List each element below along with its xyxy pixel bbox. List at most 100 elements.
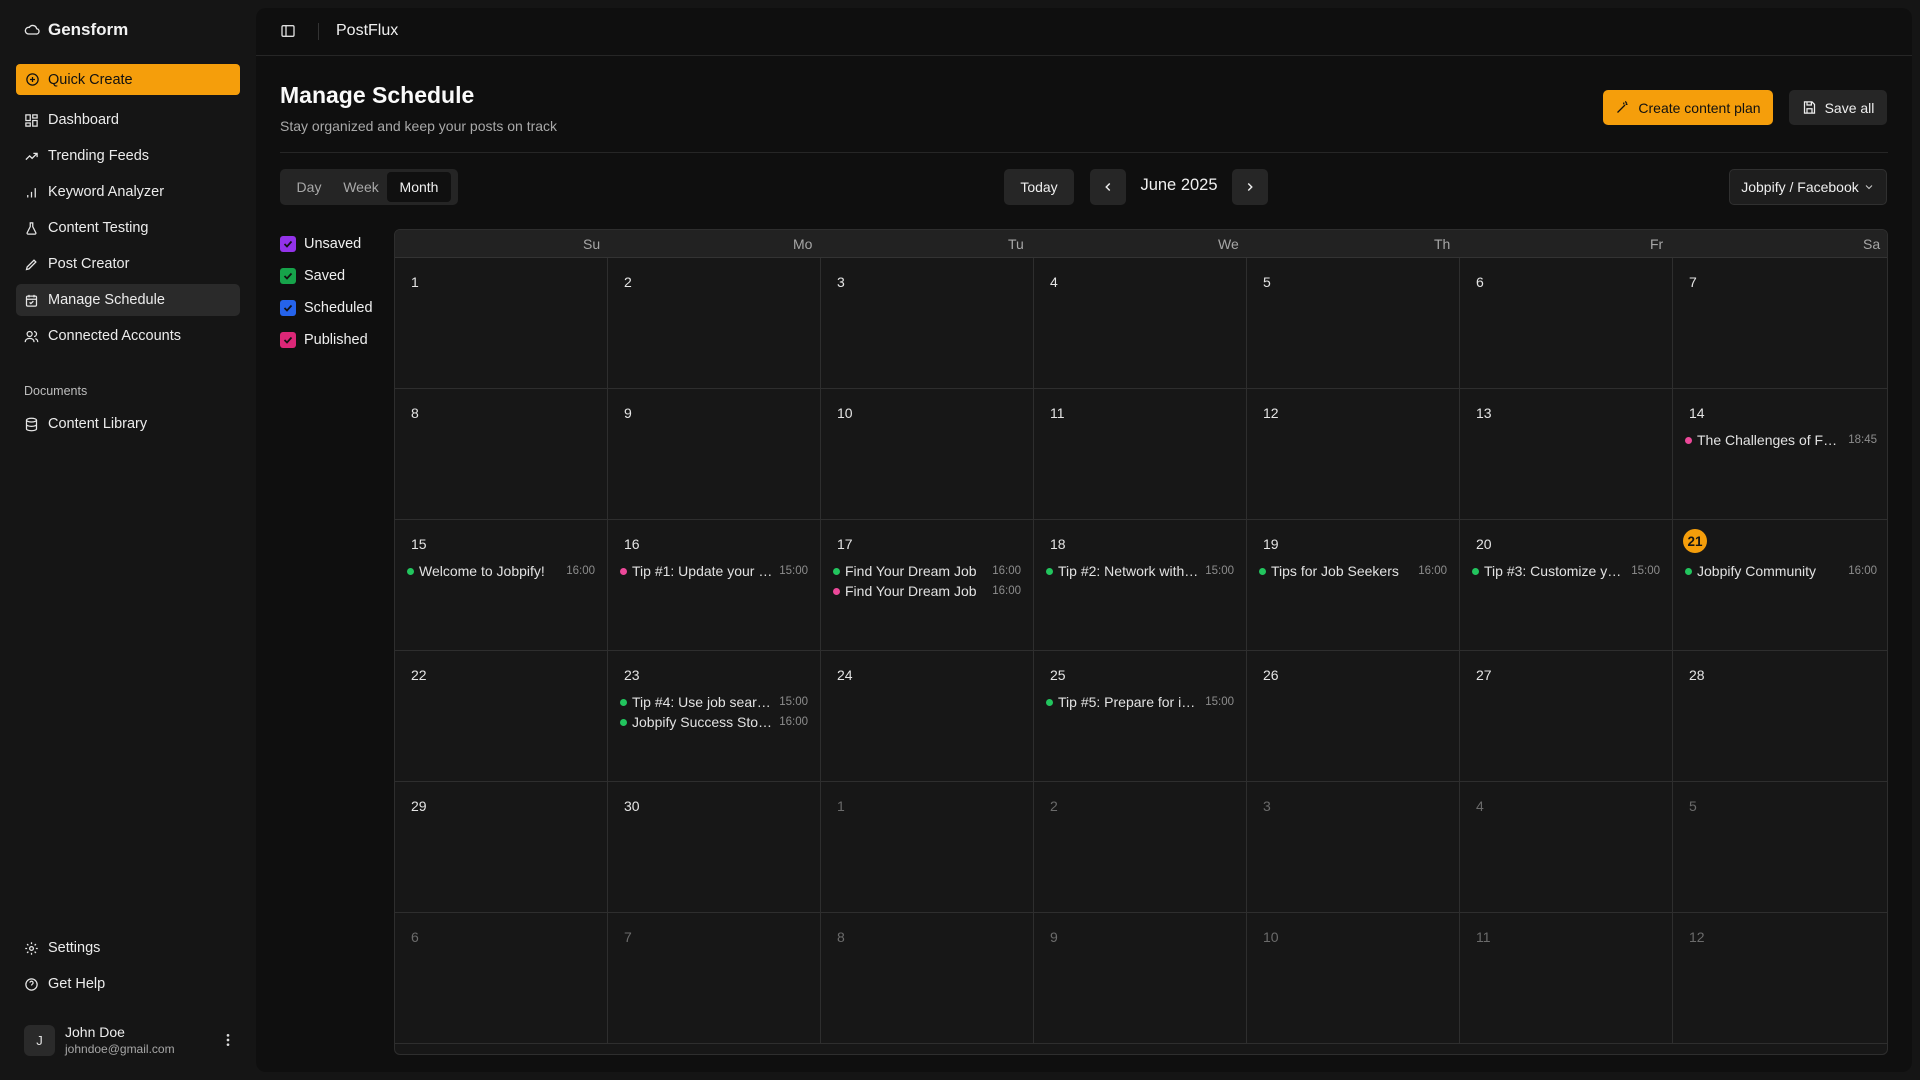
tab-day[interactable]: Day xyxy=(283,172,335,202)
event-item[interactable]: Tips for Job Seekers 16:00 xyxy=(1259,561,1447,581)
tab-month[interactable]: Month xyxy=(387,172,451,202)
calendar-day-cell[interactable]: 15 Welcome to Jobpify! 16:00 xyxy=(395,520,608,651)
calendar-day-cell[interactable]: 13 xyxy=(1460,389,1673,520)
calendar-day-cell[interactable]: 25 Tip #5: Prepare for i… 15:00 xyxy=(1034,651,1247,782)
event-list: Tips for Job Seekers 16:00 xyxy=(1259,561,1447,581)
calendar-day-cell[interactable]: 11 xyxy=(1460,913,1673,1044)
day-number: 20 xyxy=(1476,536,1492,552)
calendar-day-cell[interactable]: 27 xyxy=(1460,651,1673,782)
quick-create-button[interactable]: Quick Create xyxy=(16,64,240,95)
calendar-day-cell[interactable]: 4 xyxy=(1460,782,1673,913)
event-item[interactable]: Jobpify Success Sto… 16:00 xyxy=(620,712,808,732)
calendar-day-cell[interactable]: 12 xyxy=(1673,913,1887,1044)
calendar-day-cell[interactable]: 30 xyxy=(608,782,821,913)
sidebar-item-post-creator[interactable]: Post Creator xyxy=(16,248,240,280)
legend-unsaved[interactable]: Unsaved xyxy=(280,228,373,260)
brand[interactable]: Gensform xyxy=(24,20,128,40)
calendar-day-cell[interactable]: 24 xyxy=(821,651,1034,782)
checkbox-saved[interactable] xyxy=(280,268,296,284)
event-item[interactable]: Welcome to Jobpify! 16:00 xyxy=(407,561,595,581)
calendar-day-cell[interactable]: 5 xyxy=(1673,782,1887,913)
calendar-day-cell[interactable]: 3 xyxy=(821,258,1034,389)
calendar-day-cell[interactable]: 1 xyxy=(395,258,608,389)
account-select[interactable]: Jobpify / Facebook xyxy=(1729,169,1887,205)
event-time: 16:00 xyxy=(1848,565,1877,577)
main-panel: PostFlux Manage Schedule Stay organized … xyxy=(256,8,1912,1072)
chevron-left-icon xyxy=(1105,182,1111,192)
calendar-day-cell[interactable]: 21 Jobpify Community 16:00 xyxy=(1673,520,1887,651)
calendar-day-cell[interactable]: 19 Tips for Job Seekers 16:00 xyxy=(1247,520,1460,651)
calendar-day-cell[interactable]: 18 Tip #2: Network with… 15:00 xyxy=(1034,520,1247,651)
calendar-day-cell[interactable]: 23 Tip #4: Use job sear… 15:00 Jobpify Succ… xyxy=(608,651,821,782)
calendar-day-cell[interactable]: 6 xyxy=(395,913,608,1044)
event-item[interactable]: Tip #2: Network with… 15:00 xyxy=(1046,561,1234,581)
calendar-day-cell[interactable]: 20 Tip #3: Customize y… 15:00 xyxy=(1460,520,1673,651)
calendar-day-cell[interactable]: 8 xyxy=(395,389,608,520)
calendar-day-cell[interactable]: 22 xyxy=(395,651,608,782)
calendar-day-cell[interactable]: 10 xyxy=(821,389,1034,520)
calendar-day-cell[interactable]: 6 xyxy=(1460,258,1673,389)
calendar-day-cell[interactable]: 11 xyxy=(1034,389,1247,520)
event-status-dot xyxy=(833,587,840,595)
calendar-day-cell[interactable]: 7 xyxy=(1673,258,1887,389)
event-item[interactable]: Find Your Dream Job 16:00 xyxy=(833,581,1021,601)
sidebar-item-dashboard[interactable]: Dashboard xyxy=(16,104,240,136)
calendar-day-cell[interactable]: 29 xyxy=(395,782,608,913)
event-item[interactable]: Jobpify Community 16:00 xyxy=(1685,561,1877,581)
event-item[interactable]: The Challenges of F… 18:45 xyxy=(1685,430,1877,450)
event-item[interactable]: Find Your Dream Job 16:00 xyxy=(833,561,1021,581)
today-button[interactable]: Today xyxy=(1004,169,1074,205)
calendar-day-cell[interactable]: 2 xyxy=(608,258,821,389)
sidebar-item-content-testing[interactable]: Content Testing xyxy=(16,212,240,244)
more-vertical-icon[interactable] xyxy=(220,1032,236,1048)
calendar-day-cell[interactable]: 2 xyxy=(1034,782,1247,913)
calendar-day-cell[interactable]: 17 Find Your Dream Job 16:00 Find Your Drea… xyxy=(821,520,1034,651)
event-title: Tip #2: Network with… xyxy=(1058,563,1199,579)
calendar-icon xyxy=(25,294,38,307)
calendar-day-cell[interactable]: 14 The Challenges of F… 18:45 xyxy=(1673,389,1887,520)
event-item[interactable]: Tip #3: Customize y… 15:00 xyxy=(1472,561,1660,581)
calendar-day-cell[interactable]: 4 xyxy=(1034,258,1247,389)
sidebar-toggle-icon[interactable] xyxy=(280,23,296,39)
chevron-down-icon xyxy=(1865,185,1873,190)
documents-section-label: Documents xyxy=(24,384,88,398)
sidebar-item-settings[interactable]: Settings xyxy=(16,932,240,964)
next-month-button[interactable] xyxy=(1232,169,1268,205)
calendar-day-cell[interactable]: 1 xyxy=(821,782,1034,913)
calendar-day-cell[interactable]: 8 xyxy=(821,913,1034,1044)
checkbox-unsaved[interactable] xyxy=(280,236,296,252)
checkbox-published[interactable] xyxy=(280,332,296,348)
legend-saved[interactable]: Saved xyxy=(280,260,373,292)
legend-published[interactable]: Published xyxy=(280,324,373,356)
sidebar-item-get-help[interactable]: Get Help xyxy=(16,968,240,1000)
event-status-dot xyxy=(833,567,840,575)
calendar-day-cell[interactable]: 12 xyxy=(1247,389,1460,520)
calendar-day-cell[interactable]: 26 xyxy=(1247,651,1460,782)
sidebar-item-keyword-analyzer[interactable]: Keyword Analyzer xyxy=(16,176,240,208)
tab-week[interactable]: Week xyxy=(335,172,387,202)
user-profile[interactable]: J John Doe johndoe@gmail.com xyxy=(24,1024,236,1056)
calendar-day-cell[interactable]: 16 Tip #1: Update your … 15:00 xyxy=(608,520,821,651)
calendar-day-cell[interactable]: 5 xyxy=(1247,258,1460,389)
user-info: John Doe johndoe@gmail.com xyxy=(65,1024,175,1056)
event-item[interactable]: Tip #4: Use job sear… 15:00 xyxy=(620,692,808,712)
create-content-plan-button[interactable]: Create content plan xyxy=(1603,90,1773,125)
event-item[interactable]: Tip #5: Prepare for i… 15:00 xyxy=(1046,692,1234,712)
calendar-day-cell[interactable]: 9 xyxy=(608,389,821,520)
legend-scheduled[interactable]: Scheduled xyxy=(280,292,373,324)
save-all-button[interactable]: Save all xyxy=(1789,90,1887,125)
calendar-day-cell[interactable]: 10 xyxy=(1247,913,1460,1044)
calendar-day-cell[interactable]: 9 xyxy=(1034,913,1247,1044)
calendar-day-cell[interactable]: 7 xyxy=(608,913,821,1044)
prev-month-button[interactable] xyxy=(1090,169,1126,205)
event-time: 18:45 xyxy=(1848,434,1877,446)
day-number: 9 xyxy=(624,405,632,421)
sidebar-item-manage-schedule[interactable]: Manage Schedule xyxy=(16,284,240,316)
event-item[interactable]: Tip #1: Update your … 15:00 xyxy=(620,561,808,581)
sidebar-item-connected-accounts[interactable]: Connected Accounts xyxy=(16,320,240,352)
sidebar-item-content-library[interactable]: Content Library xyxy=(16,408,240,440)
calendar-day-cell[interactable]: 3 xyxy=(1247,782,1460,913)
sidebar-item-trending-feeds[interactable]: Trending Feeds xyxy=(16,140,240,172)
calendar-day-cell[interactable]: 28 xyxy=(1673,651,1887,782)
checkbox-scheduled[interactable] xyxy=(280,300,296,316)
